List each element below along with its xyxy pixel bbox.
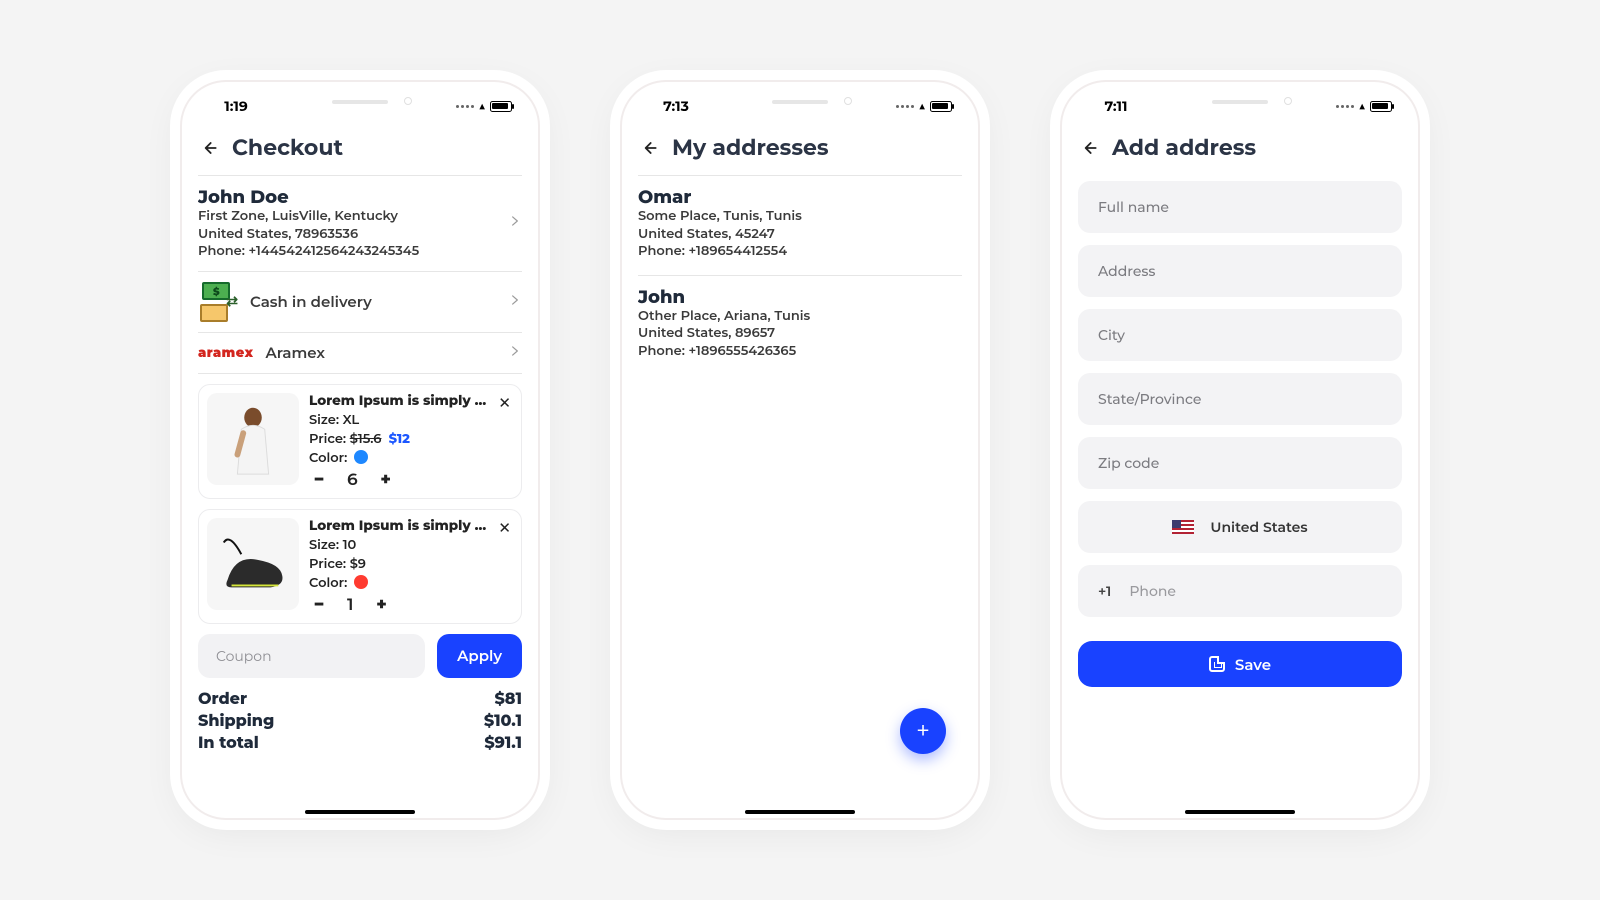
status-time: 7:13 <box>642 92 710 120</box>
wifi-icon: ▲ <box>918 98 926 114</box>
battery-icon <box>1370 101 1392 112</box>
save-button[interactable]: Save <box>1078 641 1402 687</box>
qty-plus-button[interactable]: + <box>371 595 391 615</box>
page-title: Add address <box>1112 134 1256 161</box>
qty-minus-button[interactable]: − <box>309 595 329 615</box>
color-label: Color: <box>309 575 347 591</box>
status-icons: ▲ <box>890 92 958 120</box>
country-selector[interactable]: United States <box>1078 501 1402 553</box>
qty-plus-button[interactable]: + <box>376 470 396 490</box>
battery-icon <box>490 101 512 112</box>
color-swatch <box>354 575 368 589</box>
home-indicator <box>305 810 415 814</box>
payment-label: Cash in delivery <box>250 292 496 312</box>
city-field[interactable]: City <box>1078 309 1402 361</box>
country-label: United States <box>1210 518 1307 536</box>
back-button[interactable] <box>198 137 220 159</box>
address-field[interactable]: Address <box>1078 245 1402 297</box>
cellular-icon <box>1336 105 1354 108</box>
phone-field[interactable]: +1 Phone <box>1078 565 1402 617</box>
price-label: Price: <box>309 556 350 572</box>
phone-country-code: +1 <box>1098 582 1111 600</box>
phone-checkout: 1:19 ▲ Checkout John Doe First Zone, Lui… <box>180 80 540 820</box>
price-original: $15.6 <box>350 431 382 447</box>
phone-add-address: 7:11 ▲ Add address Full name Address Cit… <box>1060 80 1420 820</box>
chevron-right-icon <box>508 344 522 362</box>
page-title: My addresses <box>672 134 829 161</box>
color-swatch <box>354 450 368 464</box>
qty-value: 1 <box>347 595 353 615</box>
shipping-method-row[interactable]: aramex Aramex <box>198 333 522 373</box>
wifi-icon: ▲ <box>478 98 486 114</box>
shipping-address-row[interactable]: John Doe First Zone, LuisVille, Kentucky… <box>198 176 522 271</box>
back-button[interactable] <box>1078 137 1100 159</box>
wifi-icon: ▲ <box>1358 98 1366 114</box>
fullname-field[interactable]: Full name <box>1078 181 1402 233</box>
battery-icon <box>930 101 952 112</box>
product-thumbnail <box>207 518 299 610</box>
chevron-right-icon <box>508 214 522 232</box>
back-button[interactable] <box>638 137 660 159</box>
state-field[interactable]: State/Province <box>1078 373 1402 425</box>
phone-addresses: 7:13 ▲ My addresses Omar Some Place, Tun… <box>620 80 980 820</box>
chevron-right-icon <box>508 293 522 311</box>
cart-item: ✕ Lorem Ipsum is simply … Size: 10 Price… <box>198 509 522 624</box>
cart-item: ✕ Lorem Ipsum is simply … Size: XL Price… <box>198 384 522 499</box>
page-title: Checkout <box>232 134 343 161</box>
status-icons: ▲ <box>1330 92 1398 120</box>
product-size: Size: XL <box>309 412 513 428</box>
recipient-name: John Doe <box>198 186 496 208</box>
remove-item-button[interactable]: ✕ <box>498 393 511 412</box>
address-item[interactable]: Omar Some Place, Tunis, Tunis United Sta… <box>638 176 962 275</box>
price-label: Price: <box>309 431 350 447</box>
qty-value: 6 <box>347 470 358 490</box>
apply-button[interactable]: Apply <box>437 634 522 678</box>
zip-field[interactable]: Zip code <box>1078 437 1402 489</box>
us-flag-icon <box>1172 520 1194 534</box>
address-item[interactable]: John Other Place, Ariana, Tunis United S… <box>638 276 962 375</box>
status-time: 1:19 <box>202 92 270 120</box>
price-original: $9 <box>350 556 366 572</box>
add-address-fab[interactable]: + <box>900 708 946 754</box>
product-title: Lorem Ipsum is simply … <box>309 393 513 409</box>
payment-method-row[interactable]: ⇄ Cash in delivery <box>198 272 522 332</box>
status-time: 7:11 <box>1082 92 1150 120</box>
status-icons: ▲ <box>450 92 518 120</box>
product-title: Lorem Ipsum is simply … <box>309 518 513 534</box>
coupon-input[interactable]: Coupon <box>198 634 425 678</box>
product-thumbnail <box>207 393 299 485</box>
carrier-label: Aramex <box>265 343 496 363</box>
save-icon <box>1209 656 1225 672</box>
phone-placeholder: Phone <box>1129 582 1176 600</box>
address-phone: Phone: +14454241256424324534​5 <box>198 243 496 261</box>
address-line1: First Zone, LuisVille, Kentucky <box>198 208 496 226</box>
product-size: Size: 10 <box>309 537 513 553</box>
order-summary: Order$81 Shipping$10.1 In total$91.1 <box>198 690 522 753</box>
cash-icon: ⇄ <box>198 282 238 322</box>
cellular-icon <box>896 105 914 108</box>
address-line2: United States, 78963536 <box>198 226 496 244</box>
price-discount: $12 <box>389 431 410 447</box>
qty-minus-button[interactable]: − <box>309 470 329 490</box>
remove-item-button[interactable]: ✕ <box>498 518 511 537</box>
home-indicator <box>745 810 855 814</box>
color-label: Color: <box>309 450 347 466</box>
aramex-logo: aramex <box>198 345 253 361</box>
cellular-icon <box>456 105 474 108</box>
home-indicator <box>1185 810 1295 814</box>
